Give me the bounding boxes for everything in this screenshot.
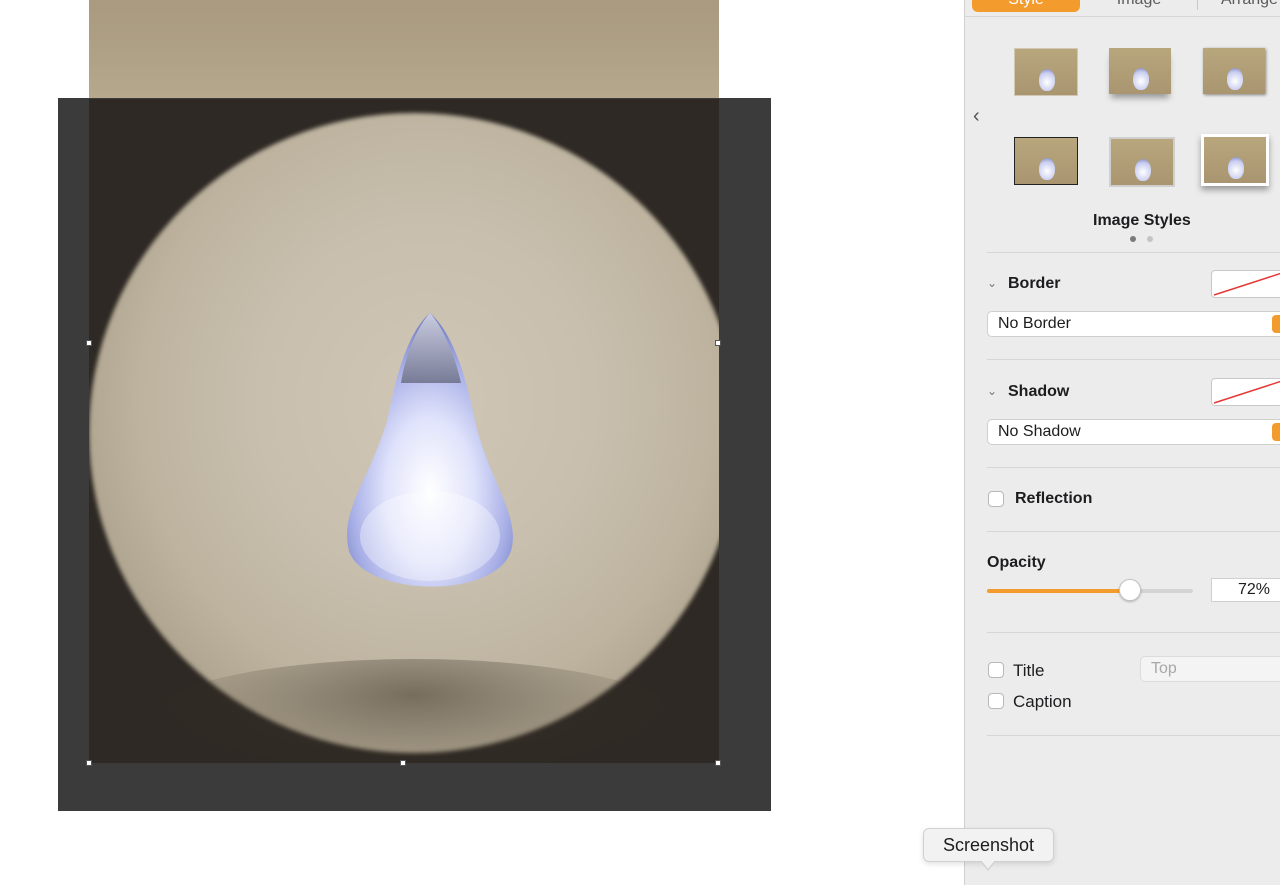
reflection-checkbox[interactable] — [988, 491, 1004, 507]
image-style-thumb[interactable] — [1109, 137, 1175, 187]
image-style-thumb[interactable] — [1014, 137, 1078, 185]
page-indicator-dot[interactable] — [1147, 236, 1153, 242]
chevron-down-icon[interactable]: ⌄ — [987, 384, 997, 398]
opacity-slider-fill — [987, 589, 1130, 593]
border-style-value: No Border — [998, 315, 1071, 332]
divider — [987, 359, 1280, 360]
title-checkbox[interactable] — [988, 662, 1004, 678]
caption-checkbox[interactable] — [988, 693, 1004, 709]
title-position-popup[interactable]: Top — [1140, 656, 1280, 682]
divider — [987, 252, 1280, 253]
format-inspector: Style Image Arrange ‹ Image Styles ⌄ Bor… — [964, 0, 1280, 885]
selected-image[interactable] — [89, 99, 719, 763]
divider — [987, 467, 1280, 468]
selection-handle[interactable] — [86, 760, 92, 766]
image-style-thumb[interactable] — [1203, 48, 1265, 94]
selection-handle[interactable] — [715, 340, 721, 346]
selection-handle[interactable] — [715, 760, 721, 766]
document-canvas[interactable] — [0, 0, 964, 885]
popup-arrow-icon — [1272, 423, 1280, 441]
tab-divider — [965, 16, 1280, 17]
image-styles-title: Image Styles — [1093, 212, 1191, 229]
image-style-thumb[interactable] — [1109, 48, 1171, 94]
chevron-down-icon[interactable]: ⌄ — [987, 276, 997, 290]
shadow-section-title[interactable]: Shadow — [1008, 383, 1069, 401]
page-indicator-dot[interactable] — [1130, 236, 1136, 242]
border-section-title[interactable]: Border — [1008, 275, 1060, 293]
divider — [987, 735, 1280, 736]
image-overflow-top — [89, 0, 719, 99]
divider — [987, 632, 1280, 633]
opacity-slider[interactable] — [987, 579, 1193, 601]
opacity-title: Opacity — [987, 554, 1046, 571]
image-style-thumb[interactable] — [1014, 48, 1078, 96]
title-label: Title — [1013, 661, 1045, 680]
border-style-popup[interactable]: No Border — [987, 311, 1280, 337]
tab-image[interactable]: Image — [1089, 0, 1189, 12]
opacity-value-field[interactable]: 72% — [1211, 578, 1280, 602]
tab-style[interactable]: Style — [972, 0, 1080, 12]
image-style-thumb[interactable] — [1201, 134, 1269, 186]
divider — [987, 531, 1280, 532]
shadow-style-value: No Shadow — [998, 423, 1081, 440]
reflection-label: Reflection — [1015, 490, 1093, 507]
tooltip-tail — [981, 860, 995, 869]
tab-arrange[interactable]: Arrange — [1209, 0, 1280, 12]
selection-handle[interactable] — [86, 340, 92, 346]
screenshot-tooltip: Screenshot — [923, 828, 1054, 862]
opacity-slider-knob[interactable] — [1119, 579, 1141, 601]
water-drop-subject — [347, 313, 513, 587]
shadow-color-swatch[interactable] — [1211, 378, 1280, 406]
tab-separator — [1197, 0, 1198, 10]
popup-arrow-icon — [1272, 315, 1280, 333]
caption-label: Caption — [1013, 692, 1072, 711]
border-color-swatch[interactable] — [1211, 270, 1280, 298]
selection-handle[interactable] — [400, 760, 406, 766]
shadow-style-popup[interactable]: No Shadow — [987, 419, 1280, 445]
chevron-left-icon[interactable]: ‹ — [973, 104, 989, 128]
